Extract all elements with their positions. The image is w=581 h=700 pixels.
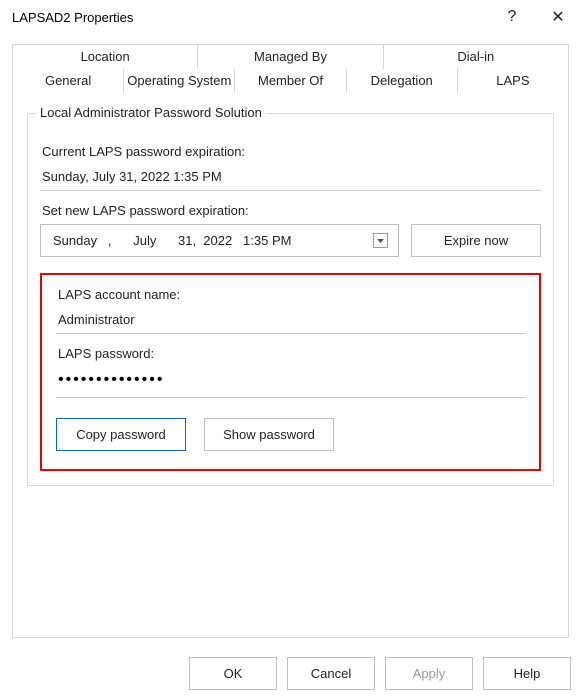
copy-password-label: Copy password xyxy=(76,427,166,442)
current-expiration-value: Sunday, July 31, 2022 1:35 PM xyxy=(40,165,541,191)
cancel-label: Cancel xyxy=(311,666,351,681)
help-icon: ? xyxy=(508,8,517,26)
current-expiration-label: Current LAPS password expiration: xyxy=(42,144,539,159)
tab-row-2: General Operating System Member Of Deleg… xyxy=(12,69,569,93)
titlebar: LAPSAD2 Properties ? ✕ xyxy=(0,0,581,34)
help-footer-button[interactable]: Help xyxy=(483,657,571,690)
ok-label: OK xyxy=(224,666,243,681)
credentials-highlight-box: LAPS account name: Administrator LAPS pa… xyxy=(40,273,541,471)
groupbox-legend: Local Administrator Password Solution xyxy=(36,105,266,120)
tab-managed-by[interactable]: Managed By xyxy=(198,44,383,69)
calendar-dropdown-button[interactable] xyxy=(373,233,388,248)
cancel-button[interactable]: Cancel xyxy=(287,657,375,690)
show-password-button[interactable]: Show password xyxy=(204,418,334,451)
password-buttons-row: Copy password Show password xyxy=(56,418,525,451)
expiration-datetime-value: Sunday , July 31, 2022 1:35 PM xyxy=(53,233,373,248)
tab-laps[interactable]: LAPS xyxy=(458,69,569,93)
account-name-label: LAPS account name: xyxy=(58,287,523,302)
tab-location[interactable]: Location xyxy=(12,44,198,69)
help-button[interactable]: ? xyxy=(489,0,535,34)
apply-button[interactable]: Apply xyxy=(385,657,473,690)
close-icon: ✕ xyxy=(551,7,564,27)
set-expiration-label: Set new LAPS password expiration: xyxy=(42,203,539,218)
ok-button[interactable]: OK xyxy=(189,657,277,690)
tab-row-1: Location Managed By Dial-in xyxy=(12,44,569,69)
tab-member-of[interactable]: Member Of xyxy=(235,69,346,93)
close-button[interactable]: ✕ xyxy=(535,0,581,34)
tab-operating-system[interactable]: Operating System xyxy=(124,69,235,93)
tab-general[interactable]: General xyxy=(12,69,124,93)
expire-now-label: Expire now xyxy=(444,233,508,248)
tab-dial-in[interactable]: Dial-in xyxy=(384,44,569,69)
copy-password-button[interactable]: Copy password xyxy=(56,418,186,451)
laps-groupbox: Local Administrator Password Solution Cu… xyxy=(27,113,554,486)
tabs-container: Location Managed By Dial-in General Oper… xyxy=(0,34,581,638)
show-password-label: Show password xyxy=(223,427,315,442)
help-label: Help xyxy=(514,666,541,681)
dialog-footer: OK Cancel Apply Help xyxy=(189,657,571,690)
apply-label: Apply xyxy=(413,666,446,681)
expiration-datetime-picker[interactable]: Sunday , July 31, 2022 1:35 PM xyxy=(40,224,399,257)
account-name-value: Administrator xyxy=(56,308,525,334)
expire-now-button[interactable]: Expire now xyxy=(411,224,541,257)
set-expiration-row: Sunday , July 31, 2022 1:35 PM Expire no… xyxy=(40,224,541,257)
tab-delegation[interactable]: Delegation xyxy=(347,69,458,93)
password-label: LAPS password: xyxy=(58,346,523,361)
window-title: LAPSAD2 Properties xyxy=(12,10,489,25)
chevron-down-icon xyxy=(377,239,384,243)
password-value-masked: •••••••••••••• xyxy=(56,367,525,398)
tab-panel-laps: Local Administrator Password Solution Cu… xyxy=(12,93,569,638)
